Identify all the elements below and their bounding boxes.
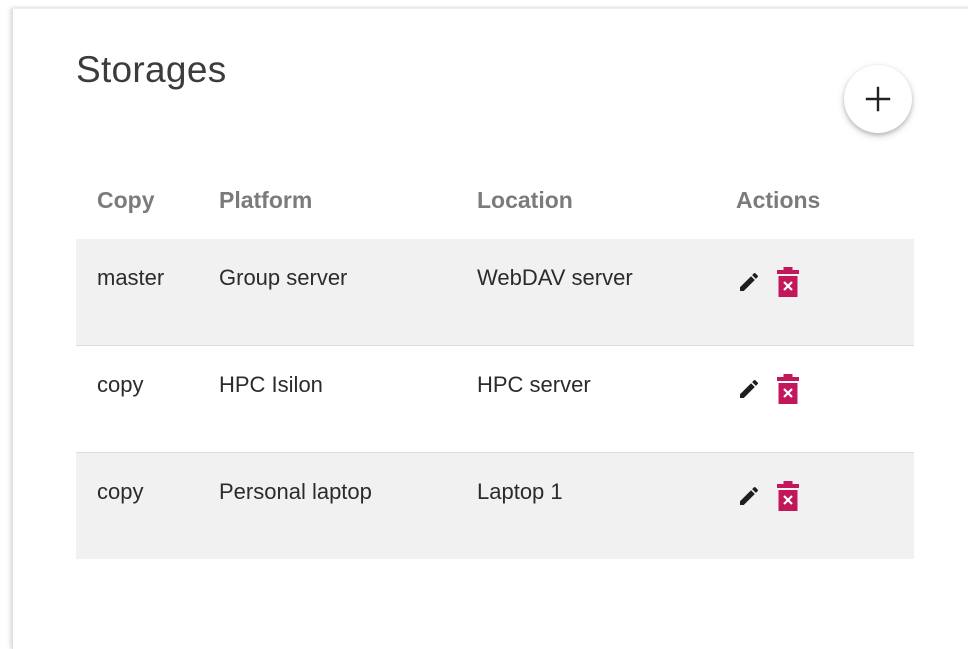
trash-icon[interactable] (775, 480, 801, 512)
pencil-icon[interactable] (736, 266, 762, 298)
trash-icon[interactable] (775, 266, 801, 298)
cell-platform: Personal laptop (219, 479, 372, 504)
header-copy[interactable]: Copy (76, 177, 219, 214)
cell-copy: master (97, 265, 165, 290)
trash-icon[interactable] (775, 373, 801, 405)
cell-copy: copy (97, 372, 144, 397)
storages-card: Storages Copy Platform Location Actions … (12, 8, 968, 649)
cell-platform: HPC Isilon (219, 372, 323, 397)
table-row: copy Personal laptop Laptop 1 (76, 453, 914, 559)
plus-icon (865, 86, 891, 112)
row-actions (732, 346, 914, 405)
header-actions: Actions (736, 187, 821, 213)
cell-location: HPC server (477, 372, 591, 397)
cell-location: Laptop 1 (477, 479, 563, 504)
cell-platform: Group server (219, 265, 348, 290)
table-row: copy HPC Isilon HPC server (76, 346, 914, 453)
pencil-icon[interactable] (736, 373, 762, 405)
header-location[interactable]: Location (477, 177, 732, 214)
header-platform[interactable]: Platform (219, 177, 477, 214)
storages-table: Copy Platform Location Actions master Gr… (76, 177, 914, 559)
add-storage-button[interactable] (844, 65, 912, 133)
row-actions (732, 239, 914, 298)
cell-location: WebDAV server (477, 265, 633, 290)
row-actions (732, 453, 914, 512)
table-row: master Group server WebDAV server (76, 239, 914, 346)
cell-copy: copy (97, 479, 144, 504)
pencil-icon[interactable] (736, 480, 762, 512)
table-header: Copy Platform Location Actions (76, 177, 914, 239)
page-title: Storages (76, 49, 227, 90)
